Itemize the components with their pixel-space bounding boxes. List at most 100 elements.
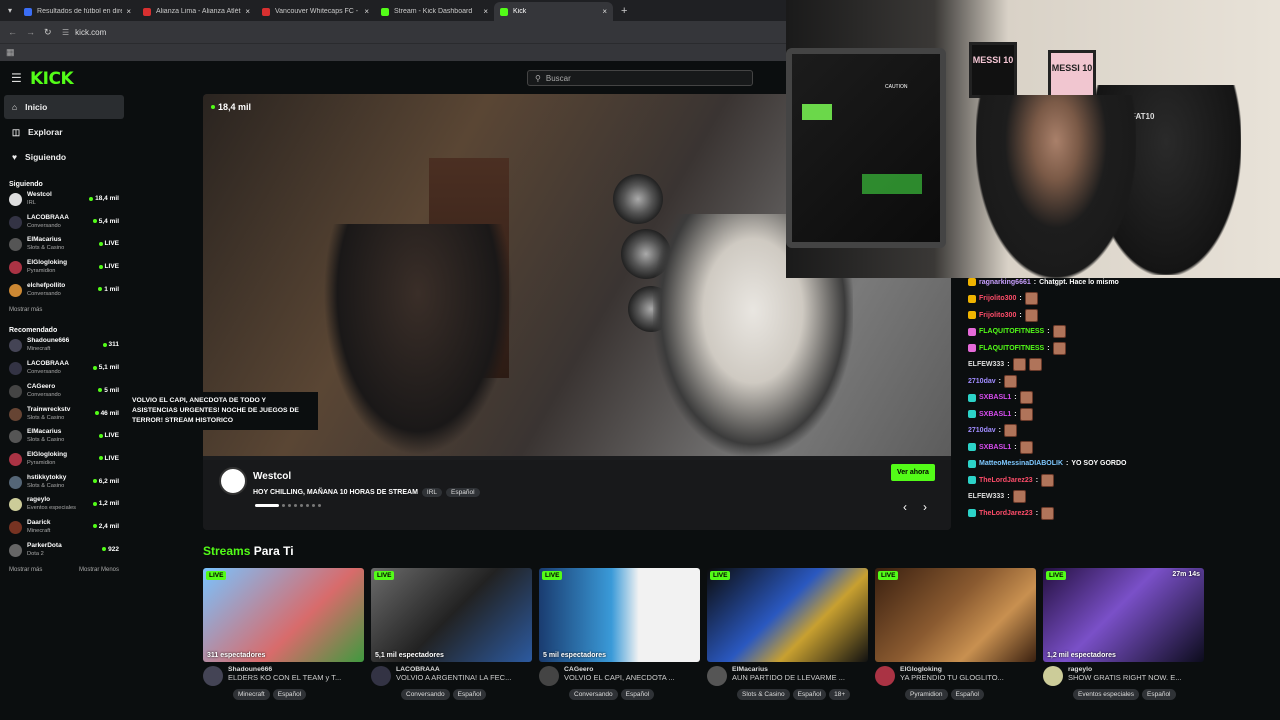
close-tab-icon[interactable]: × <box>364 7 369 16</box>
avatar[interactable] <box>707 666 727 686</box>
channel-item[interactable]: hstikkytokky Slots & Casino 6,2 mil <box>0 474 130 497</box>
card-channel-name[interactable]: ElGlogloking <box>900 666 1030 673</box>
forward-icon[interactable]: → <box>26 27 36 37</box>
url-field[interactable]: kick.com <box>75 28 106 37</box>
close-tab-icon[interactable]: × <box>483 7 488 16</box>
chat-username[interactable]: 2710dav <box>968 427 996 434</box>
chat-username[interactable]: FLAQUITOFITNESS <box>979 328 1044 335</box>
sidebar-item-inicio[interactable]: ⌂ Inicio <box>4 95 124 119</box>
carousel-next-icon[interactable]: › <box>923 500 927 514</box>
channel-item[interactable]: ElGlogloking Pyramidion LIVE <box>0 451 130 474</box>
avatar[interactable] <box>539 666 559 686</box>
channel-item[interactable]: Daarick Minecraft 2,4 mil <box>0 519 130 542</box>
chat-username[interactable]: SXBASL1 <box>979 444 1011 451</box>
show-more-recommended[interactable]: Mostrar más <box>9 567 42 581</box>
close-tab-icon[interactable]: × <box>245 7 250 16</box>
reload-icon[interactable]: ↻ <box>44 27 54 38</box>
stream-thumbnail[interactable]: LIVE 5,1 mil espectadores <box>371 568 532 662</box>
chat-username[interactable]: ELFEW333 <box>968 493 1004 500</box>
card-tag[interactable]: Pyramidion <box>905 689 948 700</box>
sidebar-item-explorar[interactable]: ◫ Explorar <box>4 120 124 144</box>
pager-dot[interactable] <box>300 504 303 507</box>
featured-tag[interactable]: Español <box>446 488 480 497</box>
card-tag[interactable]: Español <box>792 689 827 700</box>
browser-tab[interactable]: Kick × <box>494 2 614 21</box>
card-stream-title[interactable]: YA PRENDIO TU GLOGLITO... <box>900 673 1030 682</box>
browser-tab[interactable]: Stream - Kick Dashboard × <box>375 2 494 21</box>
channel-item[interactable]: ElGlogloking Pyramidion LIVE <box>0 259 130 282</box>
stream-thumbnail[interactable]: LIVE 1,2 mil espectadores 27m 14s <box>1043 568 1204 662</box>
apps-icon[interactable]: ▦ <box>6 47 15 58</box>
channel-item[interactable]: ElMacarius Slots & Casino LIVE <box>0 428 130 451</box>
channel-item[interactable]: CAGeero Conversando 5 mil <box>0 383 130 406</box>
chat-username[interactable]: Frijolito300 <box>979 295 1016 302</box>
featured-tag[interactable]: IRL <box>421 488 443 497</box>
card-tag[interactable]: Español <box>452 689 487 700</box>
chat-username[interactable]: ragnarking6661 <box>979 279 1031 286</box>
card-channel-name[interactable]: ElMacarius <box>732 666 862 673</box>
card-tag[interactable]: Slots & Casino <box>737 689 790 700</box>
kick-logo[interactable]: KICK <box>30 69 74 89</box>
card-channel-name[interactable]: CAGeero <box>564 666 694 673</box>
menu-icon[interactable]: ☰ <box>11 71 22 85</box>
stream-thumbnail[interactable]: LIVE <box>875 568 1036 662</box>
pager-dot[interactable] <box>288 504 291 507</box>
channel-item[interactable]: Shadoune666 Minecraft 311 <box>0 337 130 360</box>
card-channel-name[interactable]: LACOBRAAA <box>396 666 526 673</box>
channel-item[interactable]: LACOBRAAA Conversando 5,1 mil <box>0 360 130 383</box>
card-channel-name[interactable]: rageylo <box>1068 666 1198 673</box>
chat-username[interactable]: ELFEW333 <box>968 361 1004 368</box>
browser-tab[interactable]: Alianza Lima - Alianza Atlético × <box>137 2 256 21</box>
chat-username[interactable]: TheLordJarez23 <box>979 510 1033 517</box>
card-tag[interactable]: 18+ <box>829 689 851 700</box>
card-tag[interactable]: Conversando <box>569 689 618 700</box>
avatar[interactable] <box>875 666 895 686</box>
stream-card[interactable]: LIVE 1,2 mil espectadores 27m 14s rageylo SH… <box>1043 568 1204 700</box>
stream-card[interactable]: LIVE ElGlogloking YA PRENDIO TU GLOGLITO..… <box>875 568 1036 700</box>
browser-tab[interactable]: Resultados de fútbol en directo× <box>18 2 137 21</box>
card-tag[interactable]: Español <box>1142 689 1176 700</box>
channel-item[interactable]: Trainwreckstv Slots & Casino 46 mil <box>0 406 130 429</box>
stream-card[interactable]: LIVE 311 espectadores Shadoune666 ELDERS KO… <box>203 568 364 700</box>
pager-dot[interactable] <box>312 504 315 507</box>
card-tag[interactable]: Español <box>950 689 985 700</box>
card-tag[interactable]: Minecraft <box>233 689 270 700</box>
carousel-prev-icon[interactable]: ‹ <box>903 500 907 514</box>
card-stream-title[interactable]: ELDERS KO CON EL TEAM y T... <box>228 673 358 682</box>
chat-username[interactable]: FLAQUITOFITNESS <box>979 345 1044 352</box>
pager-dot[interactable] <box>318 504 321 507</box>
chat-username[interactable]: TheLordJarez23 <box>979 477 1033 484</box>
show-less-recommended[interactable]: Mostrar Menos <box>79 567 119 581</box>
card-tag[interactable]: Eventos especiales <box>1073 689 1140 700</box>
tab-list-icon[interactable]: ▾ <box>8 6 12 15</box>
close-tab-icon[interactable]: × <box>126 7 131 16</box>
search-input[interactable]: ⚲ Buscar <box>527 70 753 86</box>
pager-dot[interactable] <box>282 504 285 507</box>
card-stream-title[interactable]: SHOW GRATIS RIGHT NOW. E... <box>1068 673 1198 682</box>
channel-item[interactable]: elchefpollito Conversando 1 mil <box>0 282 130 305</box>
card-tag[interactable]: Conversando <box>401 689 450 700</box>
stream-thumbnail[interactable]: LIVE 5 mil espectadores <box>539 568 700 662</box>
channel-item[interactable]: ElMacarius Slots & Casino LIVE <box>0 236 130 259</box>
channel-item[interactable]: rageylo Eventos especiales 1,2 mil <box>0 496 130 519</box>
new-tab-button[interactable]: + <box>621 5 627 17</box>
card-stream-title[interactable]: VOLVIO EL CAPI, ANECDOTA ... <box>564 673 694 682</box>
channel-item[interactable]: LACOBRAAA Conversando 5,4 mil <box>0 214 130 237</box>
chat-username[interactable]: SXBASL1 <box>979 411 1011 418</box>
card-channel-name[interactable]: Shadoune666 <box>228 666 358 673</box>
watch-now-button[interactable]: Ver ahora <box>891 464 935 481</box>
featured-avatar[interactable] <box>219 467 247 495</box>
chat-username[interactable]: SXBASL1 <box>979 394 1011 401</box>
stream-card[interactable]: LIVE ElMacarius AUN PARTIDO DE LLEVARME ..… <box>707 568 868 700</box>
avatar[interactable] <box>371 666 391 686</box>
featured-channel-name[interactable]: Westcol <box>253 471 291 482</box>
site-info-icon[interactable]: ☰ <box>62 28 69 37</box>
pager-dot[interactable] <box>294 504 297 507</box>
card-tag[interactable]: Español <box>272 689 307 700</box>
chat-username[interactable]: Frijolito300 <box>979 312 1016 319</box>
close-tab-icon[interactable]: × <box>602 7 607 16</box>
stream-card[interactable]: LIVE 5 mil espectadores CAGeero VOLVIO EL C… <box>539 568 700 700</box>
chat-username[interactable]: MatteoMessinaDIABOLIK <box>979 460 1063 467</box>
channel-item[interactable]: ParkerDota Dota 2 922 <box>0 542 130 565</box>
browser-tab[interactable]: Vancouver Whitecaps FC - Los ... × <box>256 2 375 21</box>
